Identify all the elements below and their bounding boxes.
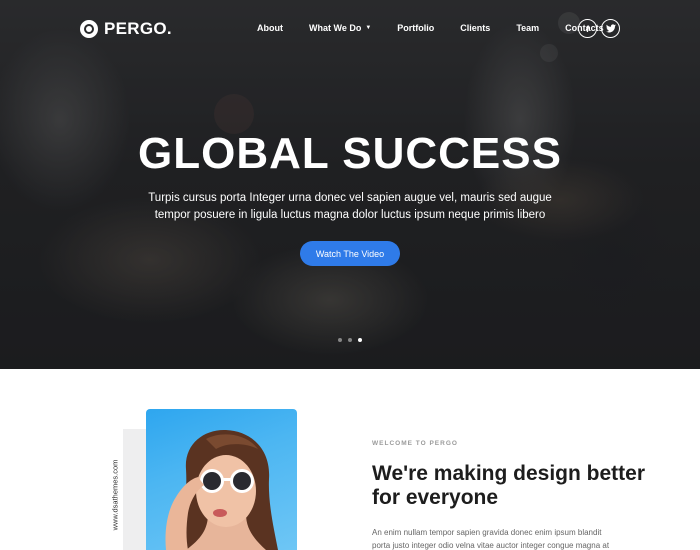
facebook-icon[interactable]: f bbox=[578, 19, 597, 38]
slider-dot-1[interactable] bbox=[338, 338, 342, 342]
chevron-down-icon: ▼ bbox=[365, 25, 372, 31]
brand-name: PERGO. bbox=[104, 19, 172, 38]
slider-dots bbox=[338, 338, 362, 342]
section-paragraph: An enim nullam tempor sapien gravida don… bbox=[372, 528, 610, 550]
slider-dot-3[interactable] bbox=[358, 338, 362, 342]
social-links: f bbox=[578, 19, 620, 38]
hero-title: GLOBAL SUCCESS bbox=[138, 129, 562, 178]
twitter-bird-glyph bbox=[605, 24, 616, 33]
woman-illustration bbox=[165, 429, 278, 550]
watch-video-button[interactable]: Watch The Video bbox=[300, 241, 400, 266]
hero-subtitle: Turpis cursus porta Integer urna donec v… bbox=[148, 192, 552, 221]
twitter-icon[interactable] bbox=[601, 19, 620, 38]
brand-logo[interactable]: PERGO. bbox=[80, 19, 172, 39]
section-eyebrow: WELCOME TO PERGO bbox=[372, 440, 458, 447]
nav-item-label: About bbox=[257, 23, 283, 33]
nav-item-portfolio[interactable]: Portfolio bbox=[397, 23, 434, 33]
nav-item-label: What We Do bbox=[309, 23, 362, 33]
logo-ring-icon bbox=[80, 20, 98, 38]
nav-item-label: Team bbox=[516, 23, 540, 33]
nav-item-clients[interactable]: Clients bbox=[460, 23, 490, 33]
slider-dot-2[interactable] bbox=[348, 338, 352, 342]
nav-item-what-we-do[interactable]: What We Do ▼ bbox=[309, 23, 371, 33]
about-section: www.dsathemes.com WELCOME TO PERGO We're… bbox=[0, 369, 700, 550]
nav-item-about[interactable]: About bbox=[257, 23, 283, 33]
hero-section: PERGO. About What We Do ▼ Portfolio Clie… bbox=[0, 0, 700, 369]
section-heading: We're making design better for everyone bbox=[372, 462, 646, 509]
nav-item-label: Portfolio bbox=[397, 23, 435, 33]
main-nav: About What We Do ▼ Portfolio Clients Tea… bbox=[257, 23, 604, 33]
nav-item-team[interactable]: Team bbox=[516, 23, 539, 33]
nav-item-label: Clients bbox=[460, 23, 491, 33]
vertical-website-text: www.dsathemes.com bbox=[110, 459, 120, 531]
woman-sunglasses-image bbox=[146, 409, 297, 550]
